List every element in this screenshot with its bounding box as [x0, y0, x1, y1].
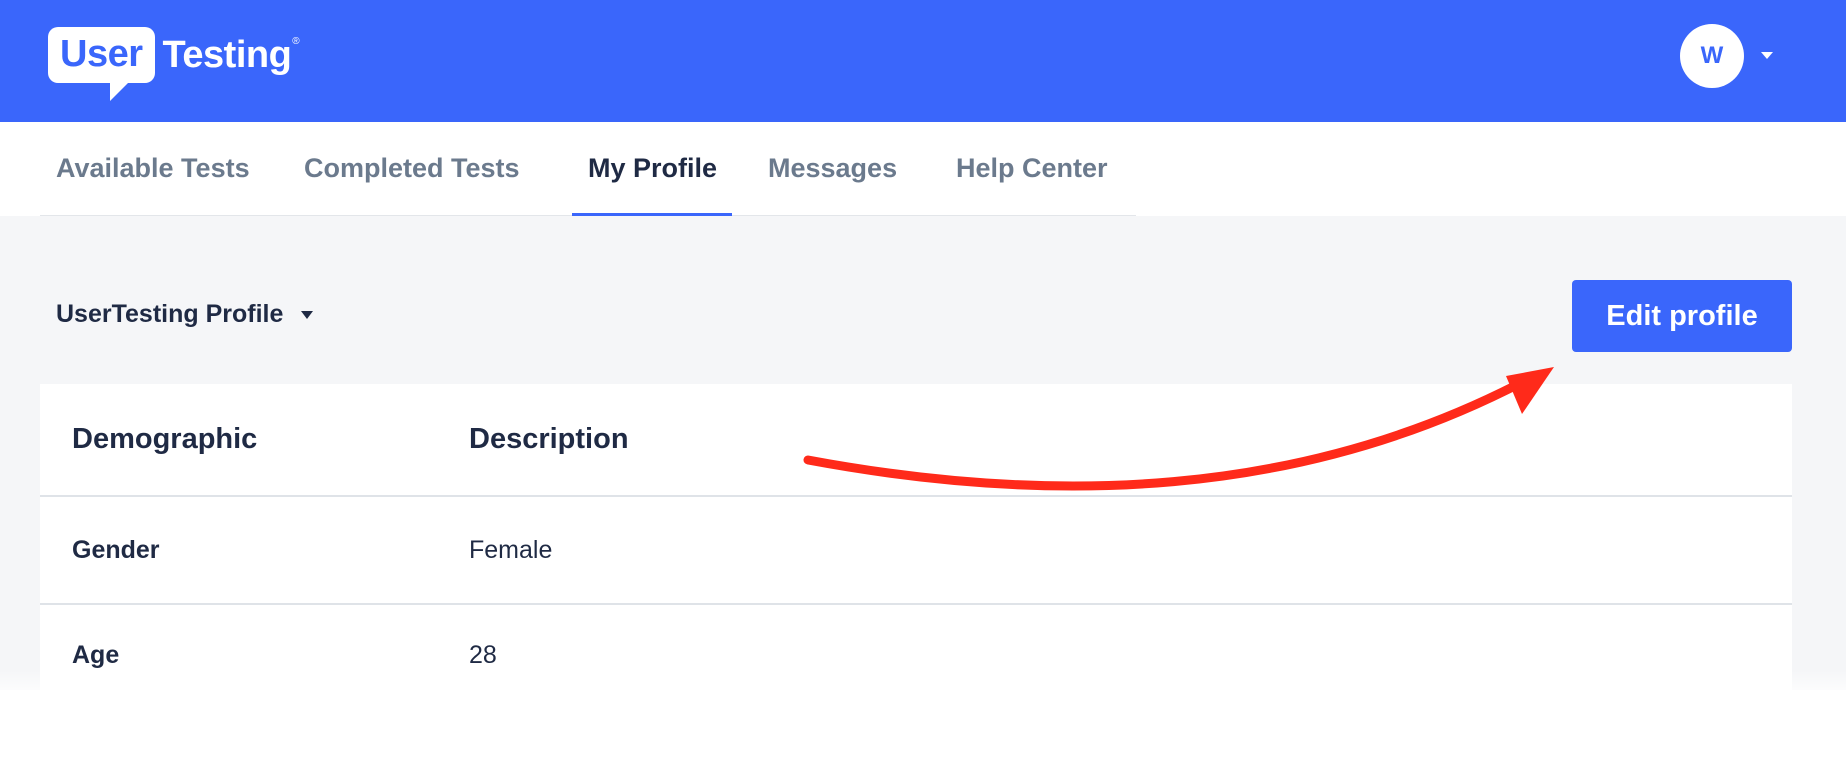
tab-available-tests[interactable]: Available Tests [40, 122, 284, 215]
usertesting-logo[interactable]: User Testing ® [48, 20, 300, 101]
caret-down-icon [301, 310, 314, 319]
column-header-demographic: Demographic [72, 423, 258, 455]
caret-down-icon[interactable] [1761, 52, 1773, 59]
logo-registered-mark: ® [292, 36, 300, 47]
demographics-table: Demographic Description Gender Female Ag… [40, 384, 1792, 690]
table-header-row: Demographic Description [40, 384, 1792, 497]
profile-selector-label: UserTesting Profile [56, 300, 284, 328]
edit-profile-button[interactable]: Edit profile [1572, 280, 1792, 352]
logo-bubble: User [48, 27, 155, 101]
tab-completed-tests[interactable]: Completed Tests [284, 122, 572, 215]
row-value: Female [469, 535, 553, 564]
table-row: Gender Female [40, 497, 1792, 605]
row-label: Gender [72, 535, 160, 564]
profile-selector[interactable]: UserTesting Profile [56, 300, 314, 329]
avatar[interactable]: W [1680, 24, 1744, 88]
main-navigation-tabs: Available Tests Completed Tests My Profi… [40, 122, 1136, 217]
bottom-fade [0, 670, 1846, 760]
tab-my-profile[interactable]: My Profile [572, 122, 732, 217]
logo-word: Testing [162, 34, 292, 76]
tab-help-center[interactable]: Help Center [922, 122, 1136, 215]
row-label: Age [72, 640, 120, 669]
row-value: 28 [469, 640, 497, 669]
top-header: User Testing ® W [0, 0, 1846, 122]
tab-bar: Available Tests Completed Tests My Profi… [0, 122, 1846, 217]
tab-messages[interactable]: Messages [732, 122, 922, 215]
column-header-description: Description [469, 423, 629, 455]
